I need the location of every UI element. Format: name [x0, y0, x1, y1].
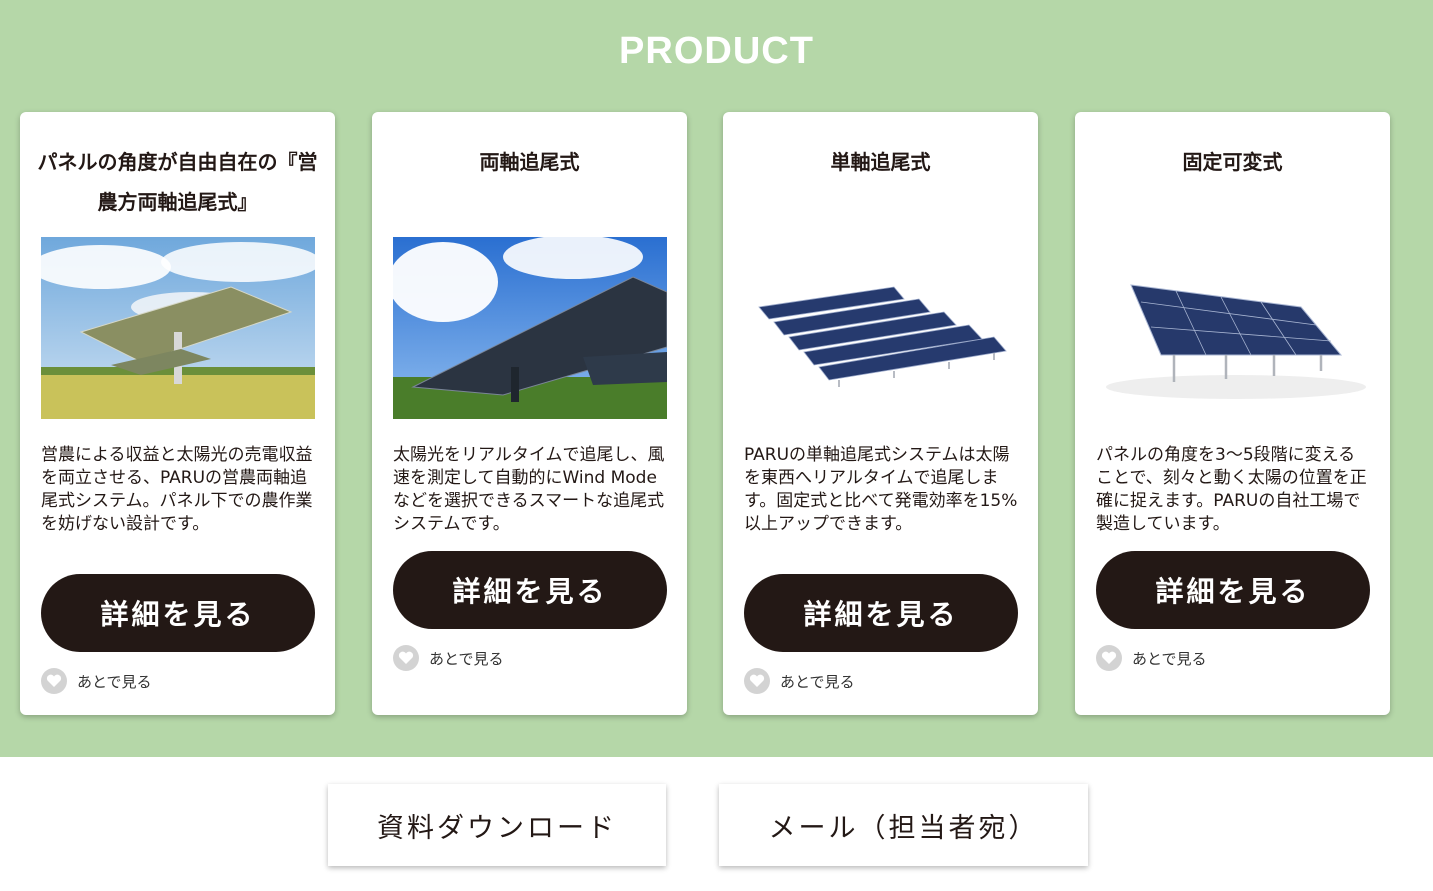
heart-icon: [393, 645, 419, 671]
product-card-single-axis: 単軸追尾式 PARUの単軸追尾式システムは太陽を東西へリアルタイムで追尾します。…: [723, 112, 1038, 715]
detail-button[interactable]: 詳細を見る: [744, 574, 1018, 652]
product-card-fixed-variable: 固定可変式 パネルの角度を3〜5段階に変えることで、刻々と動く太陽の位置を正確に…: [1075, 112, 1390, 715]
product-image[interactable]: [1096, 237, 1370, 419]
fixed-variable-solar-photo: [1096, 237, 1370, 419]
product-image[interactable]: [41, 237, 315, 419]
save-for-later-button[interactable]: あとで見る: [1096, 645, 1207, 671]
product-card-dual-axis: 両軸追尾式 太陽光をリアルタイムで追尾し、風速を測定して自動的にWind Mod…: [372, 112, 687, 715]
product-image[interactable]: [744, 237, 1018, 419]
save-for-later-button[interactable]: あとで見る: [744, 668, 855, 694]
download-materials-button[interactable]: 資料ダウンロード: [328, 784, 666, 866]
later-label: あとで見る: [780, 672, 855, 691]
later-label: あとで見る: [429, 649, 504, 668]
card-description: PARUの単軸追尾式システムは太陽を東西へリアルタイムで追尾します。固定式と比べ…: [744, 445, 1018, 534]
single-axis-solar-photo: [744, 237, 1018, 419]
product-card-agri-dual-axis: パネルの角度が自由自在の『営農方両軸追尾式』 営農による収益と太陽光の売電収益を…: [20, 112, 335, 715]
card-title: 単軸追尾式: [830, 150, 931, 174]
save-for-later-button[interactable]: あとで見る: [393, 645, 504, 671]
heart-icon: [744, 668, 770, 694]
card-title: 両軸追尾式: [479, 150, 580, 174]
detail-button[interactable]: 詳細を見る: [41, 574, 315, 652]
card-description: 太陽光をリアルタイムで追尾し、風速を測定して自動的にWind Modeなどを選択…: [393, 445, 665, 534]
card-title: 固定可変式: [1182, 150, 1283, 174]
heart-icon: [1096, 645, 1122, 671]
dual-axis-solar-photo: [393, 237, 667, 419]
card-description: 営農による収益と太陽光の売電収益を両立させる、PARUの営農両軸追尾式システム。…: [41, 445, 313, 534]
later-label: あとで見る: [77, 672, 152, 691]
detail-button[interactable]: 詳細を見る: [1096, 551, 1370, 629]
section-title: PRODUCT: [619, 30, 814, 72]
card-description: パネルの角度を3〜5段階に変えることで、刻々と動く太陽の位置を正確に捉えます。P…: [1096, 445, 1367, 534]
later-label: あとで見る: [1132, 649, 1207, 668]
agri-dual-axis-solar-photo: [41, 237, 315, 419]
detail-button[interactable]: 詳細を見る: [393, 551, 667, 629]
heart-icon: [41, 668, 67, 694]
product-section: PRODUCT パネルの角度が自由自在の『営農方両軸追尾式』 営農による収益と太…: [0, 0, 1433, 757]
card-title: パネルの角度が自由自在の『営農方両軸追尾式』: [37, 150, 318, 214]
save-for-later-button[interactable]: あとで見る: [41, 668, 152, 694]
mail-contact-button[interactable]: メール（担当者宛）: [719, 784, 1088, 866]
product-image[interactable]: [393, 237, 667, 419]
